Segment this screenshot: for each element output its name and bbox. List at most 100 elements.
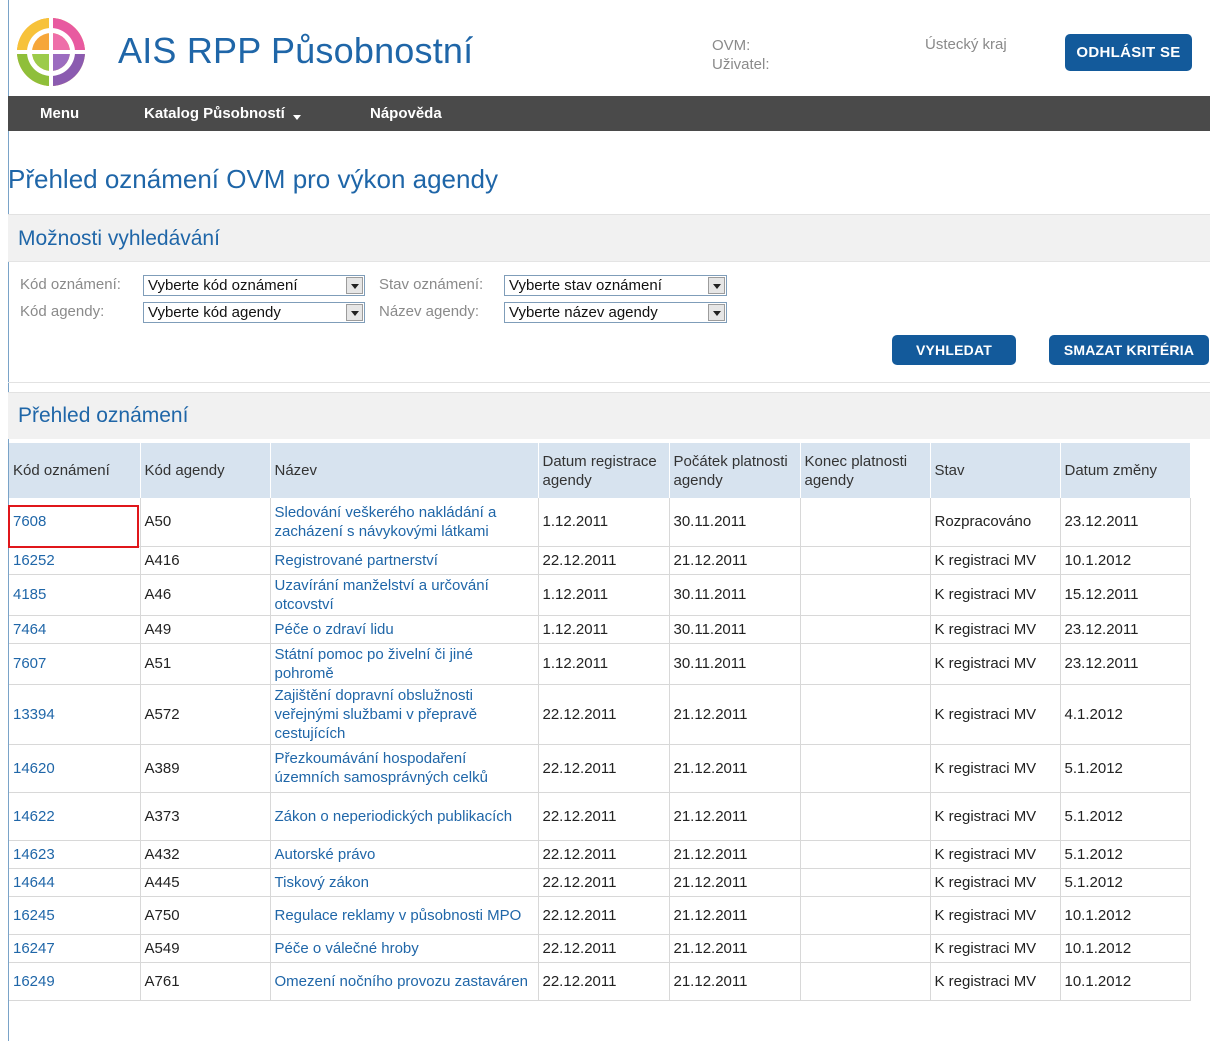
col-nazev[interactable]: Název — [270, 443, 539, 498]
stav-select[interactable]: Vyberte stav oznámení — [504, 275, 727, 296]
kod-oznameni-link[interactable]: 4185 — [9, 574, 141, 616]
datum-registrace: 22.12.2011 — [538, 684, 670, 745]
col-kod-oznameni[interactable]: Kód oznámení — [9, 443, 141, 498]
table-row: 14622 A373 Zákon o neperiodických publikac… — [9, 792, 1191, 841]
col-datum-registrace[interactable]: Datum registrace agendy — [538, 443, 670, 498]
nav-item-katalog[interactable]: Katalog Působností — [144, 96, 301, 131]
kod-oznameni-link[interactable]: 7608 — [9, 498, 141, 547]
kod-agendy: A761 — [140, 962, 271, 1001]
table-header-row: Kód oznámení Kód agendy Název Datum regi… — [9, 443, 1191, 498]
kod-agendy: A432 — [140, 840, 271, 869]
table-row: 7464 A49 Péče o zdraví lidu 1.12.2011 30.11.… — [9, 615, 1191, 644]
pocatek-platnosti: 30.11.2011 — [669, 615, 801, 644]
nazev-link[interactable]: Státní pomoc po živelní či jiné pohromě — [270, 643, 539, 685]
kod-oznameni-link[interactable]: 16252 — [9, 546, 141, 575]
col-datum-zmeny[interactable]: Datum změny — [1060, 443, 1191, 498]
datum-registrace: 1.12.2011 — [538, 574, 670, 616]
nazev-link[interactable]: Registrované partnerství — [270, 546, 539, 575]
divider — [8, 382, 1210, 383]
results-title: Přehled oznámení — [18, 404, 189, 427]
table-row: 14644 A445 Tiskový zákon 22.12.2011 21.12.20… — [9, 868, 1191, 897]
kod-agendy-label: Kód agendy: — [20, 303, 105, 320]
search-button[interactable]: VYHLEDAT — [892, 335, 1016, 365]
dropdown-arrow-icon — [346, 304, 363, 321]
col-konec-platnosti[interactable]: Konec platnosti agendy — [800, 443, 931, 498]
pocatek-platnosti: 21.12.2011 — [669, 546, 801, 575]
konec-platnosti — [800, 868, 931, 897]
stav: K registraci MV — [930, 896, 1061, 935]
pocatek-platnosti: 21.12.2011 — [669, 962, 801, 1001]
table-row: 16249 A761 Omezení nočního provozu zastavá… — [9, 962, 1191, 1001]
clear-criteria-button[interactable]: SMAZAT KRITÉRIA — [1049, 335, 1209, 365]
kod-agendy-select[interactable]: Vyberte kód agendy — [143, 302, 365, 323]
kod-agendy: A572 — [140, 684, 271, 745]
main-nav: Menu Katalog Působností Nápověda — [8, 96, 1210, 131]
region-label: Ústecký kraj — [925, 36, 1007, 53]
stav: K registraci MV — [930, 962, 1061, 1001]
pocatek-platnosti: 21.12.2011 — [669, 934, 801, 963]
datum-registrace: 22.12.2011 — [538, 934, 670, 963]
nazev-link[interactable]: Regulace reklamy v působnosti MPO — [270, 896, 539, 935]
datum-zmeny: 23.12.2011 — [1060, 498, 1191, 547]
nazev-link[interactable]: Tiskový zákon — [270, 868, 539, 897]
stav: K registraci MV — [930, 840, 1061, 869]
stav: K registraci MV — [930, 574, 1061, 616]
chevron-down-icon — [292, 115, 301, 120]
table-row: 14623 A432 Autorské právo 22.12.2011 21.12.2… — [9, 840, 1191, 869]
nav-item-menu[interactable]: Menu — [40, 96, 79, 131]
datum-zmeny: 23.12.2011 — [1060, 615, 1191, 644]
nazev-select[interactable]: Vyberte název agendy — [504, 302, 727, 323]
kod-oznameni-link[interactable]: 16247 — [9, 934, 141, 963]
nazev-link[interactable]: Sledování veškerého nakládání a zacházen… — [270, 498, 539, 547]
kod-agendy: A445 — [140, 868, 271, 897]
col-kod-agendy[interactable]: Kód agendy — [140, 443, 271, 498]
nav-item-label: Nápověda — [370, 105, 442, 122]
datum-registrace: 22.12.2011 — [538, 868, 670, 897]
kod-oznameni-link[interactable]: 7464 — [9, 615, 141, 644]
col-stav[interactable]: Stav — [930, 443, 1061, 498]
kod-oznameni-link[interactable]: 14644 — [9, 868, 141, 897]
kod-oznameni-select[interactable]: Vyberte kód oznámení — [143, 275, 365, 296]
datum-zmeny: 5.1.2012 — [1060, 744, 1191, 793]
kod-oznameni-link[interactable]: 14623 — [9, 840, 141, 869]
datum-zmeny: 5.1.2012 — [1060, 868, 1191, 897]
stav: Rozpracováno — [930, 498, 1061, 547]
logout-button[interactable]: ODHLÁSIT SE — [1065, 34, 1192, 71]
stav: K registraci MV — [930, 615, 1061, 644]
nazev-link[interactable]: Autorské právo — [270, 840, 539, 869]
kod-oznameni-link[interactable]: 16245 — [9, 896, 141, 935]
datum-zmeny: 4.1.2012 — [1060, 684, 1191, 745]
stav: K registraci MV — [930, 546, 1061, 575]
kod-oznameni-link[interactable]: 14622 — [9, 792, 141, 841]
nazev-link[interactable]: Zajištění dopravní obslužnosti veřejnými… — [270, 684, 539, 745]
datum-registrace: 22.12.2011 — [538, 896, 670, 935]
kod-oznameni-link[interactable]: 13394 — [9, 684, 141, 745]
col-pocatek-platnosti[interactable]: Počátek platnosti agendy — [669, 443, 801, 498]
nazev-link[interactable]: Omezení nočního provozu zastaváren — [270, 962, 539, 1001]
nazev-link[interactable]: Péče o válečné hroby — [270, 934, 539, 963]
kod-oznameni-link[interactable]: 7607 — [9, 643, 141, 685]
datum-zmeny: 5.1.2012 — [1060, 840, 1191, 869]
datum-zmeny: 10.1.2012 — [1060, 546, 1191, 575]
results-header: Přehled oznámení — [8, 392, 1210, 439]
table-row: 16252 A416 Registrované partnerství 22.12.2… — [9, 546, 1191, 575]
konec-platnosti — [800, 684, 931, 745]
kod-agendy: A750 — [140, 896, 271, 935]
kod-oznameni-link[interactable]: 14620 — [9, 744, 141, 793]
nav-item-napoveda[interactable]: Nápověda — [370, 96, 442, 131]
datum-zmeny: 10.1.2012 — [1060, 896, 1191, 935]
nazev-link[interactable]: Zákon o neperiodických publikacích — [270, 792, 539, 841]
nazev-link[interactable]: Přezkoumávání hospodaření územních samos… — [270, 744, 539, 793]
datum-registrace: 1.12.2011 — [538, 615, 670, 644]
kod-agendy: A416 — [140, 546, 271, 575]
stav: K registraci MV — [930, 868, 1061, 897]
stav: K registraci MV — [930, 934, 1061, 963]
dropdown-arrow-icon — [346, 277, 363, 294]
nazev-link[interactable]: Péče o zdraví lidu — [270, 615, 539, 644]
kod-oznameni-link[interactable]: 16249 — [9, 962, 141, 1001]
table-row: 14620 A389 Přezkoumávání hospodaření územn… — [9, 744, 1191, 793]
nazev-link[interactable]: Uzavírání manželství a určování otcovstv… — [270, 574, 539, 616]
konec-platnosti — [800, 498, 931, 547]
pocatek-platnosti: 30.11.2011 — [669, 498, 801, 547]
dropdown-arrow-icon — [708, 304, 725, 321]
